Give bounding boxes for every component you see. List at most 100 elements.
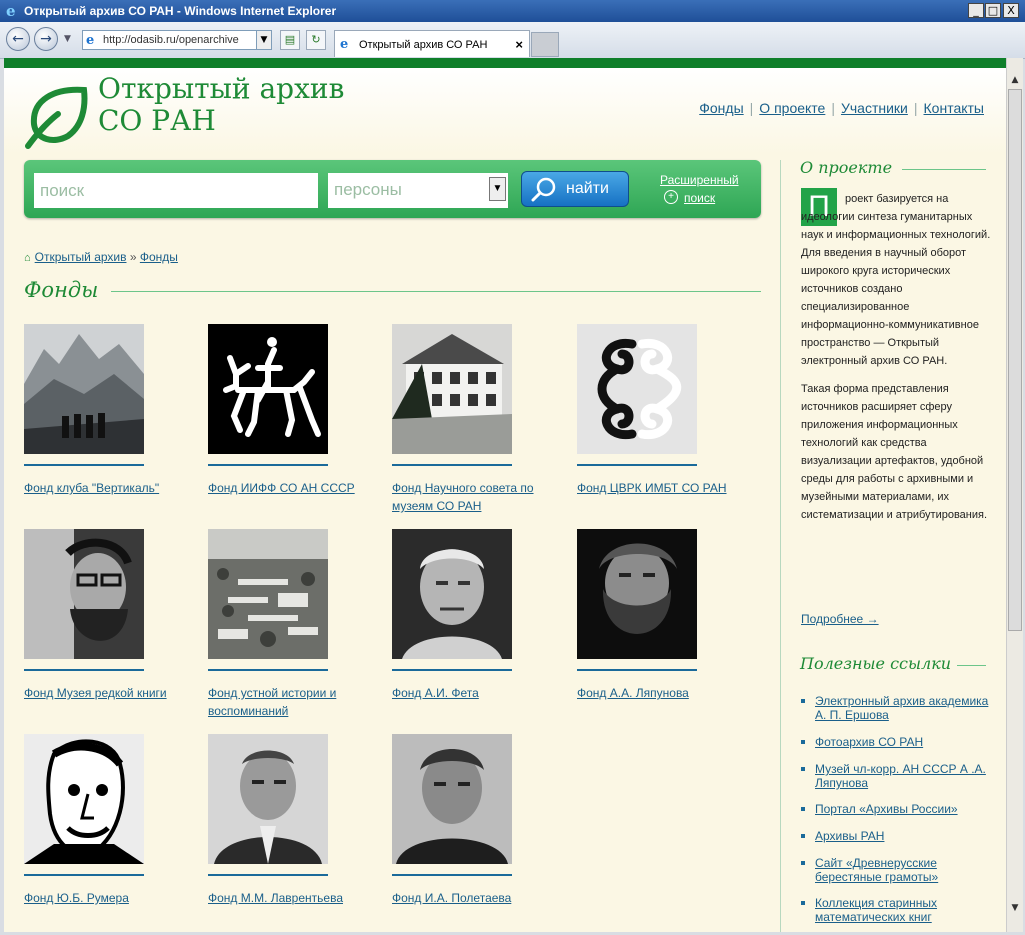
nav-separator: | — [913, 100, 918, 116]
forward-button[interactable]: → — [34, 27, 58, 51]
maximize-button[interactable]: □ — [985, 3, 1001, 18]
link-text[interactable]: Электронный архив академика А. П. Ершова — [815, 694, 991, 722]
address-dropdown-icon[interactable]: ▼ — [256, 30, 272, 50]
leaf-logo-icon[interactable] — [24, 86, 90, 150]
fund-caption[interactable]: Фонд А.А. Ляпунова — [577, 684, 747, 702]
card-rule — [392, 874, 512, 876]
elderly-man-portrait-photo[interactable] — [392, 529, 512, 659]
fund-caption[interactable]: Фонд А.И. Фета — [392, 684, 562, 702]
page-icon: e — [86, 33, 95, 48]
search-button[interactable]: найти — [521, 171, 629, 207]
bullet — [801, 807, 805, 811]
tab-close-button[interactable]: × — [515, 37, 523, 52]
search-input[interactable]: поиск — [34, 173, 318, 208]
breadcrumb: ⌂ Открытый архив » Фонды — [24, 250, 178, 264]
nav-funds[interactable]: Фонды — [699, 100, 743, 116]
ornament-image[interactable] — [577, 324, 697, 454]
close-window-button[interactable]: X — [1003, 3, 1019, 18]
about-heading: О проекте — [800, 158, 893, 177]
fund-caption[interactable]: Фонд Научного совета по музеям СО РАН — [392, 479, 562, 515]
more-link[interactable]: Подробнее → — [801, 612, 879, 626]
refresh-icon[interactable]: ↻ — [306, 30, 326, 50]
card-rule — [392, 464, 512, 466]
links-heading: Полезные ссылки — [800, 654, 952, 673]
back-button[interactable]: ← — [6, 27, 30, 51]
card-rule — [24, 669, 144, 671]
nav-separator: | — [749, 100, 754, 116]
links-heading-rule — [957, 665, 986, 666]
bullet — [801, 699, 805, 703]
search-scope-select[interactable]: персоны ▼ — [328, 173, 508, 208]
breadcrumb-current[interactable]: Фонды — [140, 250, 178, 264]
card-rule — [208, 669, 328, 671]
search-button-label: найти — [566, 180, 609, 197]
fund-caption[interactable]: Фонд ЦВРК ИМБТ СО РАН — [577, 479, 747, 497]
link-text[interactable]: Музей чл-корр. АН СССР А .А. Ляпунова — [815, 762, 991, 790]
fund-caption[interactable]: Фонд клуба "Вертикаль" — [24, 479, 194, 497]
aerial-city-photo[interactable] — [208, 529, 328, 659]
search-placeholder: поиск — [40, 181, 85, 200]
nav-about[interactable]: О проекте — [759, 100, 825, 116]
vertical-scrollbar[interactable]: ▲ ▼ — [1006, 58, 1023, 932]
link-text[interactable]: Архивы РАН — [815, 829, 884, 843]
nav-separator: | — [831, 100, 835, 116]
link-text[interactable]: Портал «Архивы России» — [815, 802, 958, 816]
bullet — [801, 901, 805, 905]
card-rule — [577, 464, 697, 466]
card-rule — [24, 874, 144, 876]
scroll-up-icon[interactable]: ▲ — [1007, 72, 1023, 88]
logo-line-1: Открытый архив — [98, 72, 345, 105]
about-paragraph-2: Такая форма представления источников рас… — [801, 383, 988, 521]
history-dropdown-icon[interactable]: ▼ — [64, 34, 71, 44]
fund-caption[interactable]: Фонд устной истории и воспоминаний — [208, 684, 378, 720]
top-navigation: Фонды | О проекте | Участники | Контакты — [699, 100, 984, 116]
nav-contacts[interactable]: Контакты — [924, 100, 984, 116]
home-icon: ⌂ — [24, 252, 31, 264]
chevron-down-icon[interactable]: ▼ — [489, 177, 506, 201]
mountain-climbers-photo[interactable] — [24, 324, 144, 454]
card-rule — [208, 464, 328, 466]
address-bar[interactable]: e http://odasib.ru/openarchive — [82, 30, 272, 50]
fund-caption[interactable]: Фонд Ю.Б. Румера — [24, 889, 194, 907]
breadcrumb-home[interactable]: Открытый архив — [35, 250, 127, 264]
about-heading-rule — [902, 169, 986, 170]
advanced-search-link[interactable]: Расширенный — [660, 173, 739, 187]
minimize-button[interactable]: _ — [968, 3, 984, 18]
about-text: роект базируется на идеологии синтеза гу… — [801, 190, 991, 524]
fund-caption[interactable]: Фонд М.М. Лаврентьева — [208, 889, 378, 907]
fund-caption[interactable]: Фонд ИИФФ СО АН СССР — [208, 479, 378, 497]
magnifier-icon — [531, 177, 556, 202]
new-tab-button[interactable] — [531, 32, 559, 57]
fund-caption[interactable]: Фонд Музея редкой книги — [24, 684, 194, 702]
man-with-glasses-photo[interactable] — [24, 529, 144, 659]
scrollbar-thumb[interactable] — [1008, 89, 1022, 631]
card-rule — [392, 669, 512, 671]
caricature-drawing-image[interactable] — [24, 734, 144, 864]
compatibility-view-icon[interactable]: ▤ — [280, 30, 300, 50]
bearded-man-portrait-photo[interactable] — [577, 529, 697, 659]
top-stripe — [4, 58, 1006, 68]
link-text[interactable]: Сайт «Древнерусские берестяные грамоты» — [815, 856, 991, 884]
card-rule — [24, 464, 144, 466]
address-url: http://odasib.ru/openarchive — [103, 34, 239, 46]
site-logo-text[interactable]: Открытый архив СО РАН — [98, 73, 344, 137]
nav-participants[interactable]: Участники — [841, 100, 908, 116]
breadcrumb-sep: » — [129, 250, 137, 264]
advanced-search-label: поиск — [684, 191, 716, 205]
advanced-search-link-2[interactable]: + поиск — [664, 190, 716, 205]
man-in-suit-portrait-photo[interactable] — [208, 734, 328, 864]
man-portrait-photo[interactable] — [392, 734, 512, 864]
search-panel: поиск персоны ▼ найти Расширенный + поиск — [24, 160, 761, 218]
page-title: Фонды — [24, 278, 99, 302]
browser-tab[interactable]: e Открытый архив СО РАН × — [334, 30, 530, 57]
search-scope-value: персоны — [334, 180, 402, 199]
link-text[interactable]: Коллекция старинных математических книг — [815, 896, 991, 924]
site-header: Открытый архив СО РАН Фонды | О проекте | Уч… — [4, 68, 1006, 154]
about-paragraph-1: роект базируется на идеологии синтеза гу… — [801, 193, 991, 367]
fund-caption[interactable]: Фонд И.А. Полетаева — [392, 889, 562, 907]
museum-building-photo[interactable] — [392, 324, 512, 454]
rider-petroglyph-image[interactable] — [208, 324, 328, 454]
scroll-down-icon[interactable]: ▼ — [1007, 900, 1023, 916]
page-viewport: Открытый архив СО РАН Фонды | О проекте | Уч… — [4, 58, 1006, 932]
link-text[interactable]: Фотоархив СО РАН — [815, 735, 923, 749]
